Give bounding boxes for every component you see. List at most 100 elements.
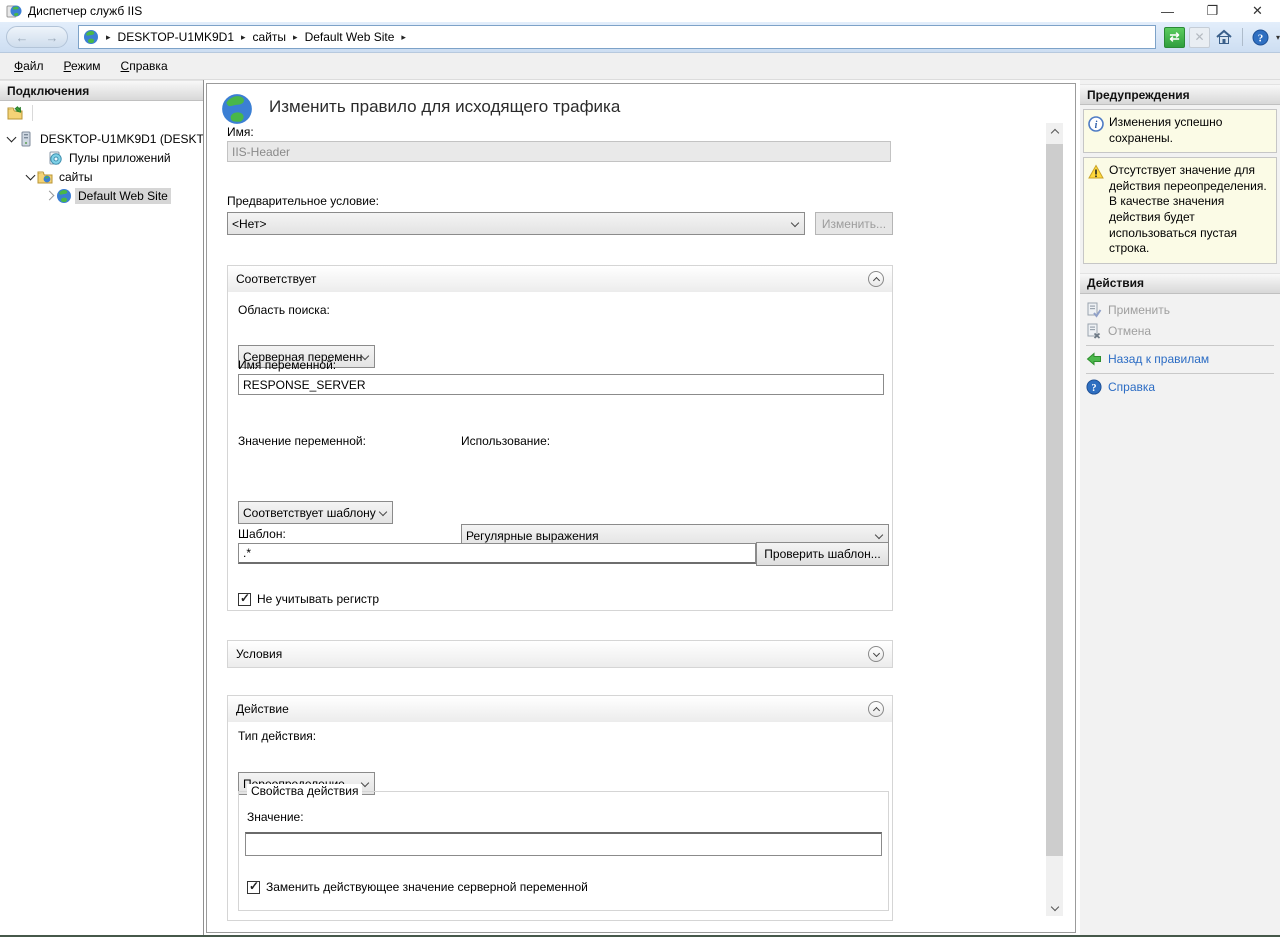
chevron-down-icon	[791, 219, 799, 227]
chevron-right-icon[interactable]	[45, 191, 55, 201]
close-button[interactable]: ✕	[1235, 0, 1280, 22]
variable-value-select[interactable]: Соответствует шаблону	[238, 501, 393, 524]
back-to-rules-link[interactable]: Назад к правилам	[1086, 349, 1280, 370]
tree-item-server-label[interactable]: DESKTOP-U1MK9D1 (DESKTOP	[37, 131, 204, 147]
alert-warning-text: Отсутствует значение для действия переоп…	[1109, 163, 1272, 257]
conditions-section-title: Условия	[236, 647, 282, 661]
match-section: Соответствует Область поиска: Серверная …	[227, 265, 893, 611]
chevron-down-icon	[379, 508, 387, 516]
breadcrumb[interactable]: DESKTOP-U1MK9D1 сайты Default Web Site	[78, 25, 1156, 49]
home-icon[interactable]	[1214, 27, 1235, 48]
breadcrumb-arrow-icon	[238, 32, 249, 43]
tree-item-sites-label[interactable]: сайты	[56, 169, 96, 185]
connections-toolbar	[0, 101, 203, 125]
actions-header: Действия	[1080, 273, 1280, 294]
connections-header: Подключения	[0, 80, 203, 101]
svg-text:?: ?	[1258, 32, 1264, 44]
back-button[interactable]: ←	[16, 31, 29, 44]
scrollbar-thumb[interactable]	[1046, 144, 1063, 856]
tree-item-server[interactable]: DESKTOP-U1MK9D1 (DESKTOP	[0, 129, 203, 148]
help-icon[interactable]: ?	[1250, 27, 1271, 48]
restore-button[interactable]: ❐	[1190, 0, 1235, 22]
menu-view[interactable]: Режим	[54, 55, 111, 77]
info-icon: i	[1088, 116, 1104, 132]
alert-info: i Изменения успешно сохранены.	[1083, 109, 1277, 153]
page-globe-icon	[220, 92, 254, 126]
page-title: Изменить правило для исходящего трафика	[269, 97, 620, 117]
replace-checkbox[interactable]	[247, 881, 260, 894]
ignore-case-checkbox[interactable]	[238, 593, 251, 606]
nav-buttons: ← →	[6, 26, 68, 48]
scroll-down-icon[interactable]	[1046, 899, 1063, 916]
action-section: Действие Тип действия: Переопределение С…	[227, 695, 893, 921]
collapse-section-icon[interactable]	[868, 271, 884, 287]
collapse-section-icon[interactable]	[868, 701, 884, 717]
actions-separator	[1086, 373, 1274, 374]
ignore-case-checkbox-row[interactable]: Не учитывать регистр	[238, 592, 379, 606]
using-label: Использование:	[461, 434, 550, 448]
iis-app-icon	[6, 3, 22, 19]
precondition-select[interactable]: <Нет>	[227, 212, 805, 235]
action-section-title: Действие	[236, 702, 289, 716]
apply-button: Применить	[1086, 300, 1280, 321]
menu-bar: Файл Режим Справка	[0, 53, 1280, 80]
help-icon: ?	[1086, 379, 1102, 395]
address-bar: ← → DESKTOP-U1MK9D1 сайты Default Web Si…	[0, 22, 1280, 53]
refresh-icon[interactable]: ⇄	[1164, 27, 1185, 48]
scope-label: Область поиска:	[238, 303, 330, 317]
scroll-up-icon[interactable]	[1046, 123, 1063, 140]
tree-item-app-pools[interactable]: Пулы приложений	[0, 148, 203, 167]
tree-item-default-web-site-label[interactable]: Default Web Site	[75, 188, 171, 204]
cancel-button: Отмена	[1086, 321, 1280, 342]
name-label: Имя:	[227, 125, 254, 139]
chevron-down-icon[interactable]	[7, 132, 17, 142]
toolbar-separator	[1242, 28, 1243, 46]
variable-name-input[interactable]	[238, 374, 884, 395]
app-pools-icon	[47, 150, 63, 166]
alert-warning: Отсутствует значение для действия переоп…	[1083, 157, 1277, 264]
breadcrumb-arrow-icon	[103, 32, 114, 43]
forward-button[interactable]: →	[46, 31, 59, 44]
breadcrumb-sites[interactable]: сайты	[249, 30, 291, 44]
back-arrow-icon	[1086, 351, 1102, 367]
replace-checkbox-row[interactable]: Заменить действующее значение серверной …	[247, 880, 588, 894]
connections-tree: DESKTOP-U1MK9D1 (DESKTOP Пулы приложений	[0, 125, 203, 205]
apply-icon	[1086, 302, 1102, 318]
pattern-input[interactable]	[238, 543, 756, 564]
name-input	[227, 141, 891, 162]
menu-file[interactable]: Файл	[4, 55, 54, 77]
action-value-input[interactable]	[245, 832, 882, 856]
expand-section-icon[interactable]	[868, 646, 884, 662]
svg-text:i: i	[1095, 120, 1098, 131]
chevron-down-icon	[875, 531, 883, 539]
minimize-button[interactable]: —	[1145, 0, 1190, 22]
main-scrollbar[interactable]	[1046, 123, 1063, 916]
variable-value-label: Значение переменной:	[238, 434, 366, 448]
breadcrumb-server[interactable]: DESKTOP-U1MK9D1	[114, 30, 238, 44]
chevron-down-icon[interactable]	[26, 170, 36, 180]
test-pattern-button[interactable]: Проверить шаблон...	[756, 542, 889, 566]
actions-separator	[1086, 345, 1274, 346]
site-globe-icon	[56, 188, 72, 204]
menu-help[interactable]: Справка	[111, 55, 178, 77]
breadcrumb-default-web-site[interactable]: Default Web Site	[301, 30, 399, 44]
right-panel: Предупреждения i Изменения успешно сохра…	[1080, 80, 1280, 935]
help-link[interactable]: ? Справка	[1086, 377, 1280, 398]
breadcrumb-arrow-icon	[398, 32, 409, 43]
edit-outbound-rule-page: Изменить правило для исходящего трафика …	[206, 83, 1076, 933]
replace-label: Заменить действующее значение серверной …	[266, 880, 588, 894]
warning-icon	[1088, 164, 1104, 180]
cancel-icon	[1086, 323, 1102, 339]
server-icon	[18, 131, 34, 147]
sites-folder-icon	[37, 169, 53, 185]
tree-item-default-web-site[interactable]: Default Web Site	[0, 186, 203, 205]
breadcrumb-arrow-icon	[290, 32, 301, 43]
action-properties-group: Свойства действия Значение: Заменить дей…	[238, 791, 889, 911]
connections-panel: Подключения DESKTOP-U1MK9D1 (DESKTOP	[0, 80, 204, 935]
actions-list: Применить Отмена Назад к правилам	[1080, 294, 1280, 398]
save-connections-icon[interactable]	[7, 105, 23, 121]
tree-item-app-pools-label[interactable]: Пулы приложений	[66, 150, 174, 166]
alerts-header: Предупреждения	[1080, 84, 1280, 105]
tree-item-sites[interactable]: сайты	[0, 167, 203, 186]
help-dropdown-caret-icon[interactable]	[1276, 33, 1280, 42]
